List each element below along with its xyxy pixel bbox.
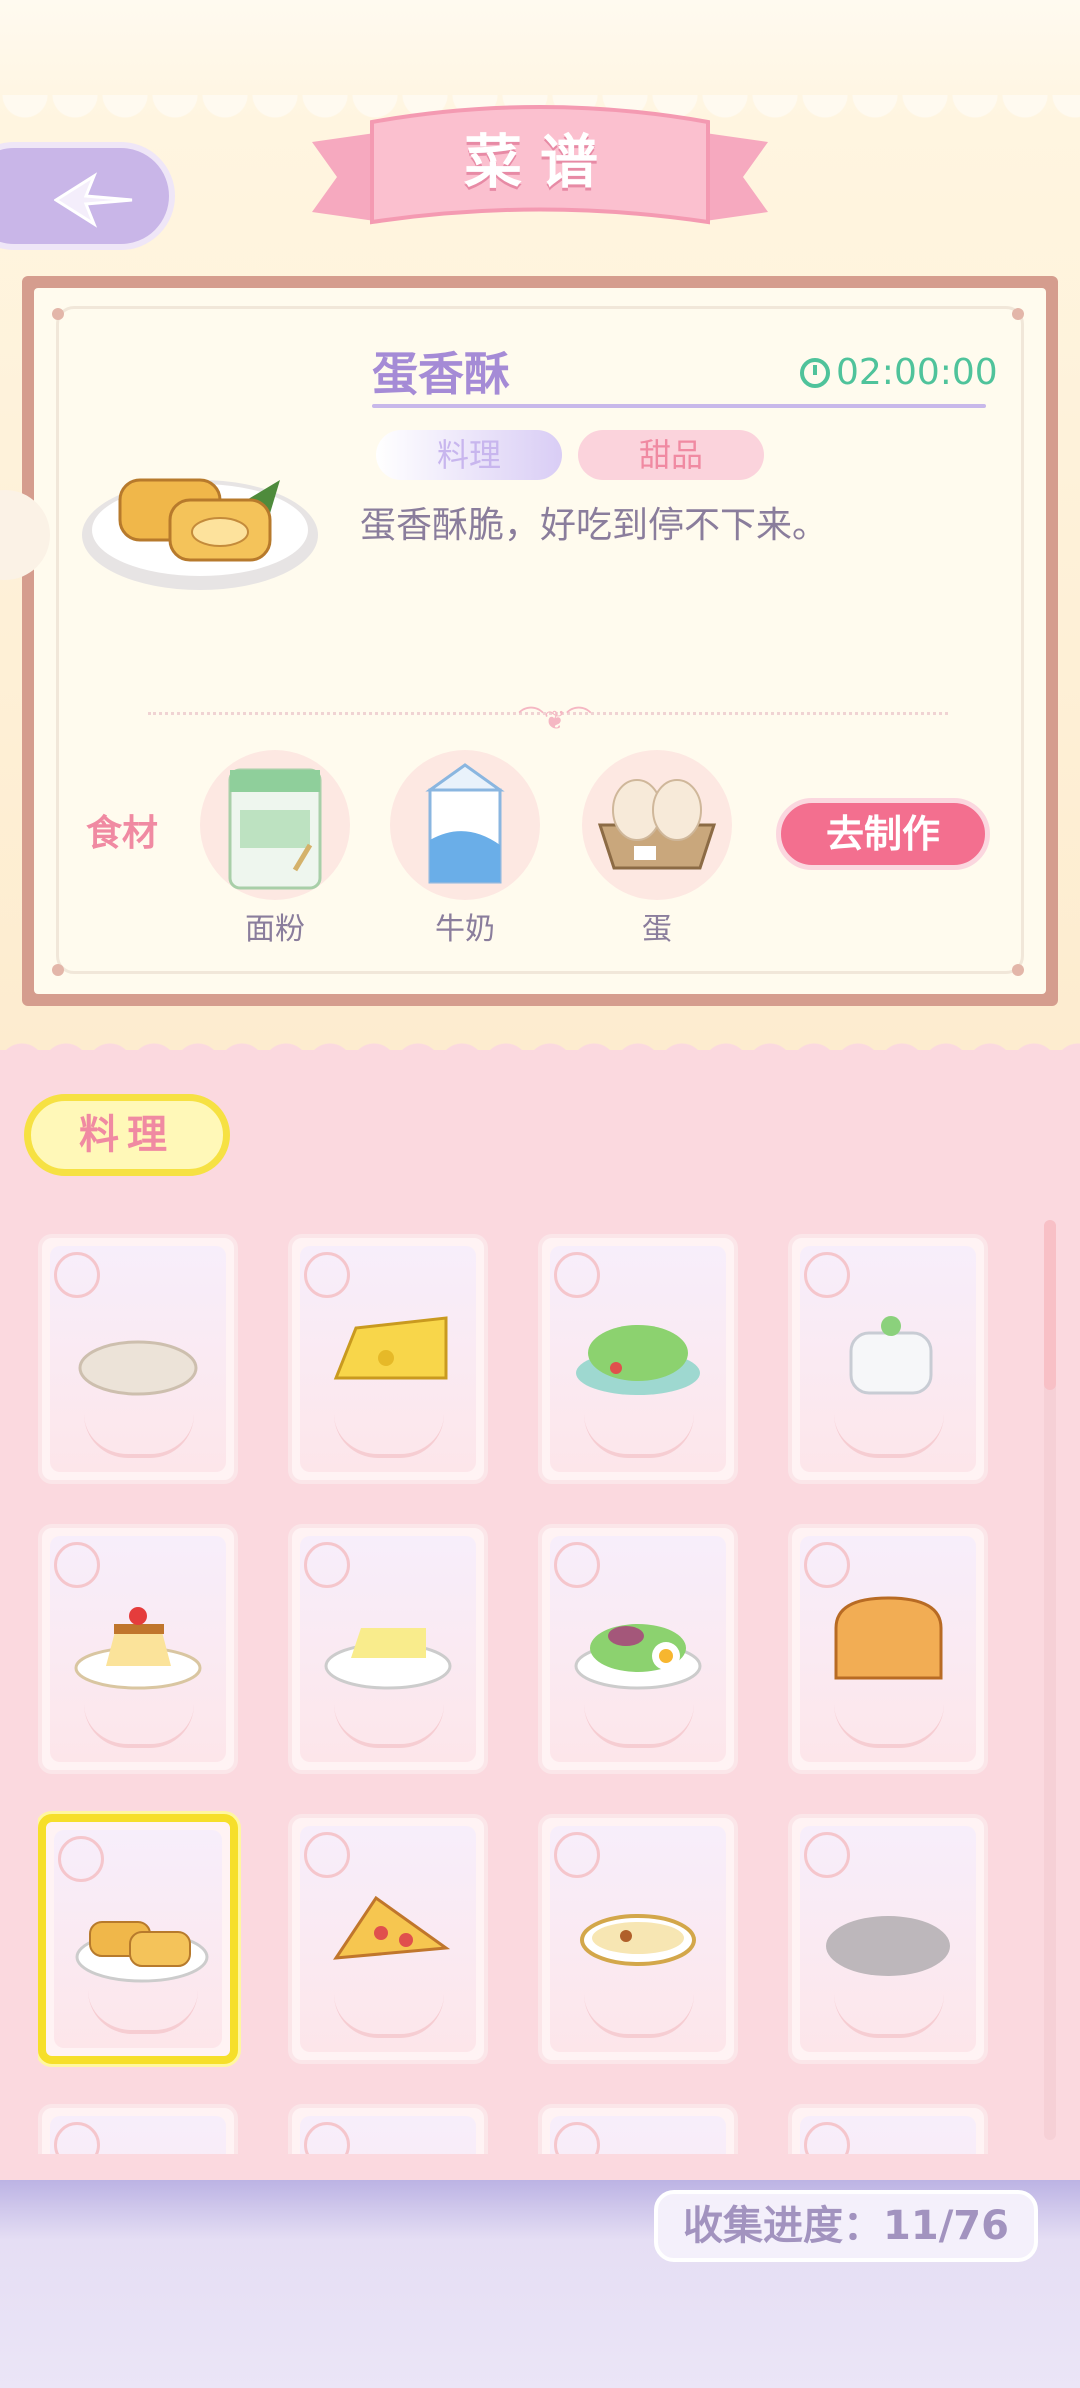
cheese-icon [333,1316,448,1380]
recipe-slot[interactable] [788,2104,988,2154]
ingredient-flour[interactable] [200,750,350,900]
recipe-description: 蛋香酥脆，好吃到停不下来。 [360,505,829,546]
recipe-slot[interactable] [538,2104,738,2154]
back-arrow-icon [54,172,133,228]
salad-icon [576,1325,700,1395]
recipe-slot[interactable] [788,1814,988,2064]
locked-silhouette-icon [826,1916,950,1976]
recipe-slot[interactable] [788,1524,988,1774]
ingredient-name: 面粉 [245,912,305,947]
egg-salad-icon [574,1624,702,1690]
timer-value: 02:00:00 [836,352,998,393]
corner-dot [52,308,64,320]
bread-loaf-icon [834,1596,943,1680]
collection-progress: 收集进度：11/76 [654,2190,1038,2262]
clock-icon [800,357,830,388]
make-button[interactable]: 去制作 [776,798,990,870]
ingredient-milk[interactable] [390,750,540,900]
flour-bag-icon [228,768,322,890]
recipe-slot[interactable] [288,1524,488,1774]
ingredients-label: 食材 [86,813,159,854]
egg-carton-icon [597,779,717,870]
tag-dessert: 甜品 [578,430,764,480]
corner-dot [1012,308,1024,320]
scallop-trim [0,1034,1080,1066]
corner-dot [1012,964,1024,976]
recipe-slot[interactable] [38,1234,238,1484]
soup-bowl-icon [580,1914,696,1966]
recipe-slot[interactable] [288,1234,488,1484]
recipe-name: 蛋香酥 [372,347,510,401]
recipe-slot[interactable] [538,1524,738,1774]
egg-roll-pastry-icon [75,1921,209,1983]
back-button[interactable] [0,142,175,250]
scrollbar-thumb[interactable] [1044,1220,1056,1390]
recipe-slot[interactable] [38,2104,238,2154]
recipe-slot[interactable] [38,1814,238,2064]
egg-roll-pastry-icon [82,478,318,590]
pudding-icon [74,1607,202,1690]
tab-cooking[interactable]: 料理 [24,1094,230,1176]
title-underline [372,404,986,408]
corner-dot [52,964,64,976]
flatbread-icon [78,1340,198,1396]
pizza-slice-icon [333,1895,451,1960]
recipe-slot[interactable] [288,2104,488,2154]
ingredient-egg[interactable] [582,750,732,900]
yogurt-jar-icon [849,1316,933,1395]
tag-cooking: 料理 [376,430,562,480]
milk-carton-icon [425,763,505,884]
ingredient-name: 蛋 [642,912,672,947]
page-title: 菜谱 [463,128,616,196]
recipe-slot[interactable] [288,1814,488,2064]
cheese-plate-icon [324,1628,452,1690]
recipe-slot[interactable] [788,1234,988,1484]
bow-icon: ⌒❦⌒ [518,706,592,736]
recipe-grid [38,1234,998,2154]
recipe-slot[interactable] [38,1524,238,1774]
cook-timer: 02:00:00 [800,352,998,393]
recipe-slot[interactable] [538,1234,738,1484]
ingredient-name: 牛奶 [435,912,495,947]
recipe-slot[interactable] [538,1814,738,2064]
